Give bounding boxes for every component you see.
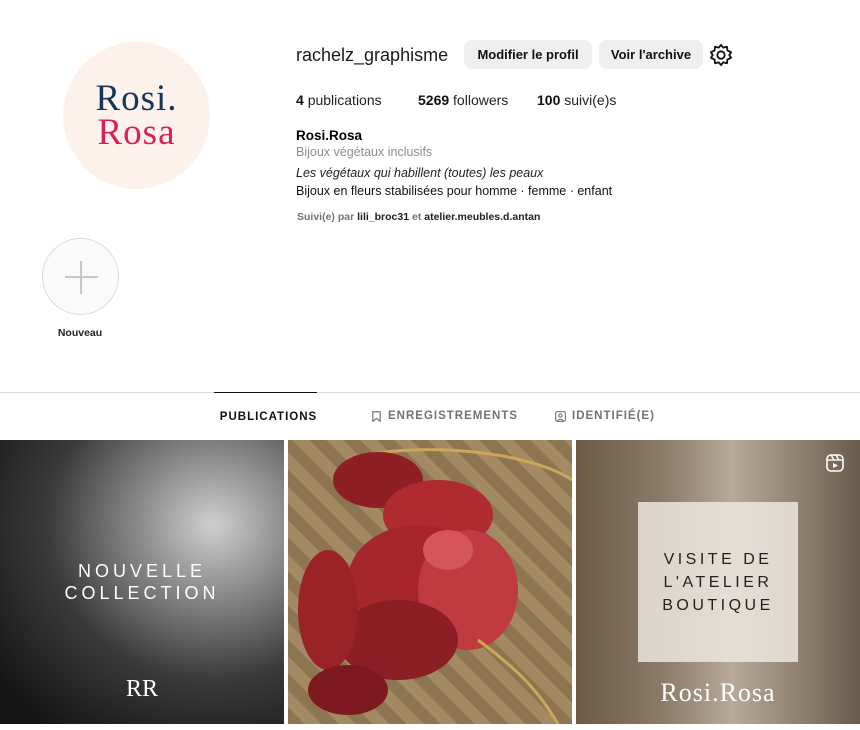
tab-saved[interactable]: ENREGISTREMENTS [371,392,518,440]
reel-icon [826,454,844,472]
followed-by-separator: et [411,211,422,223]
tab-tagged-label: IDENTIFIÉ(E) [572,410,655,422]
tab-publications[interactable]: PUBLICATIONS [214,392,317,440]
new-highlight-button[interactable] [42,238,119,315]
post-3-card-line-2: L'ATELIER [663,573,773,591]
followers-label: followers [453,92,509,108]
followed-by-prefix: Suivi(e) par [297,211,355,223]
edit-profile-button[interactable]: Modifier le profil [464,40,592,69]
post-1[interactable]: NOUVELLE COLLECTION RR [0,440,284,724]
followers-stat[interactable]: 5269 followers [418,92,508,108]
following-count: 100 [537,92,561,108]
tab-tagged[interactable]: IDENTIFIÉ(E) [555,392,655,440]
posts-label: publications [307,92,382,108]
posts-count-stat: 4 publications [296,92,382,108]
post-3-text-card: VISITE DE L'ATELIER BOUTIQUE [638,502,798,662]
following-stat[interactable]: 100 suivi(e)s [537,92,616,108]
post-1-monogram: RR [125,676,158,702]
gear-icon[interactable] [710,44,732,66]
post-1-overlay-line-2: COLLECTION [64,583,220,603]
bio-line-2: Bijoux en fleurs stabilisées pour homme … [296,184,613,198]
avatar-logo-line1: Rosi. [95,77,178,119]
post-1-overlay-text: NOUVELLE COLLECTION [0,560,284,604]
tab-saved-label: ENREGISTREMENTS [388,410,519,422]
post-2[interactable] [288,440,572,724]
avatar-logo-line2: Rosa [97,111,176,153]
red-flowers-photo [298,448,572,724]
profile-category: Bijoux végétaux inclusifs [296,145,433,159]
post-3-card-line-1: VISITE DE [663,550,773,568]
followed-by[interactable]: Suivi(e) par lili_broc31 et atelier.meub… [297,211,540,223]
followed-by-user-1[interactable]: lili_broc31 [357,211,409,223]
followed-by-user-2[interactable]: atelier.meubles.d.antan [424,211,540,223]
posts-count: 4 [296,92,304,108]
bookmark-icon [372,410,381,422]
post-3[interactable]: VISITE DE L'ATELIER BOUTIQUE Rosi.Rosa [576,440,860,724]
post-3-brand-logo: Rosi.Rosa [660,678,776,707]
view-archive-button[interactable]: Voir l'archive [599,40,703,69]
profile-username: rachelz_graphisme [296,45,449,65]
new-highlight-label: Nouveau [57,327,103,339]
followers-count: 5269 [418,92,450,108]
post-1-overlay-line-1: NOUVELLE [77,561,207,581]
following-label: suivi(e)s [564,92,617,108]
post-3-card-line-3: BOUTIQUE [662,596,774,614]
profile-display-name: Rosi.Rosa [296,128,363,143]
tab-publications-label: PUBLICATIONS [219,410,318,423]
bio-line-1: Les végétaux qui habillent (toutes) les … [296,166,544,180]
tag-icon [555,410,566,422]
profile-avatar[interactable]: Rosi. Rosa [63,42,210,189]
